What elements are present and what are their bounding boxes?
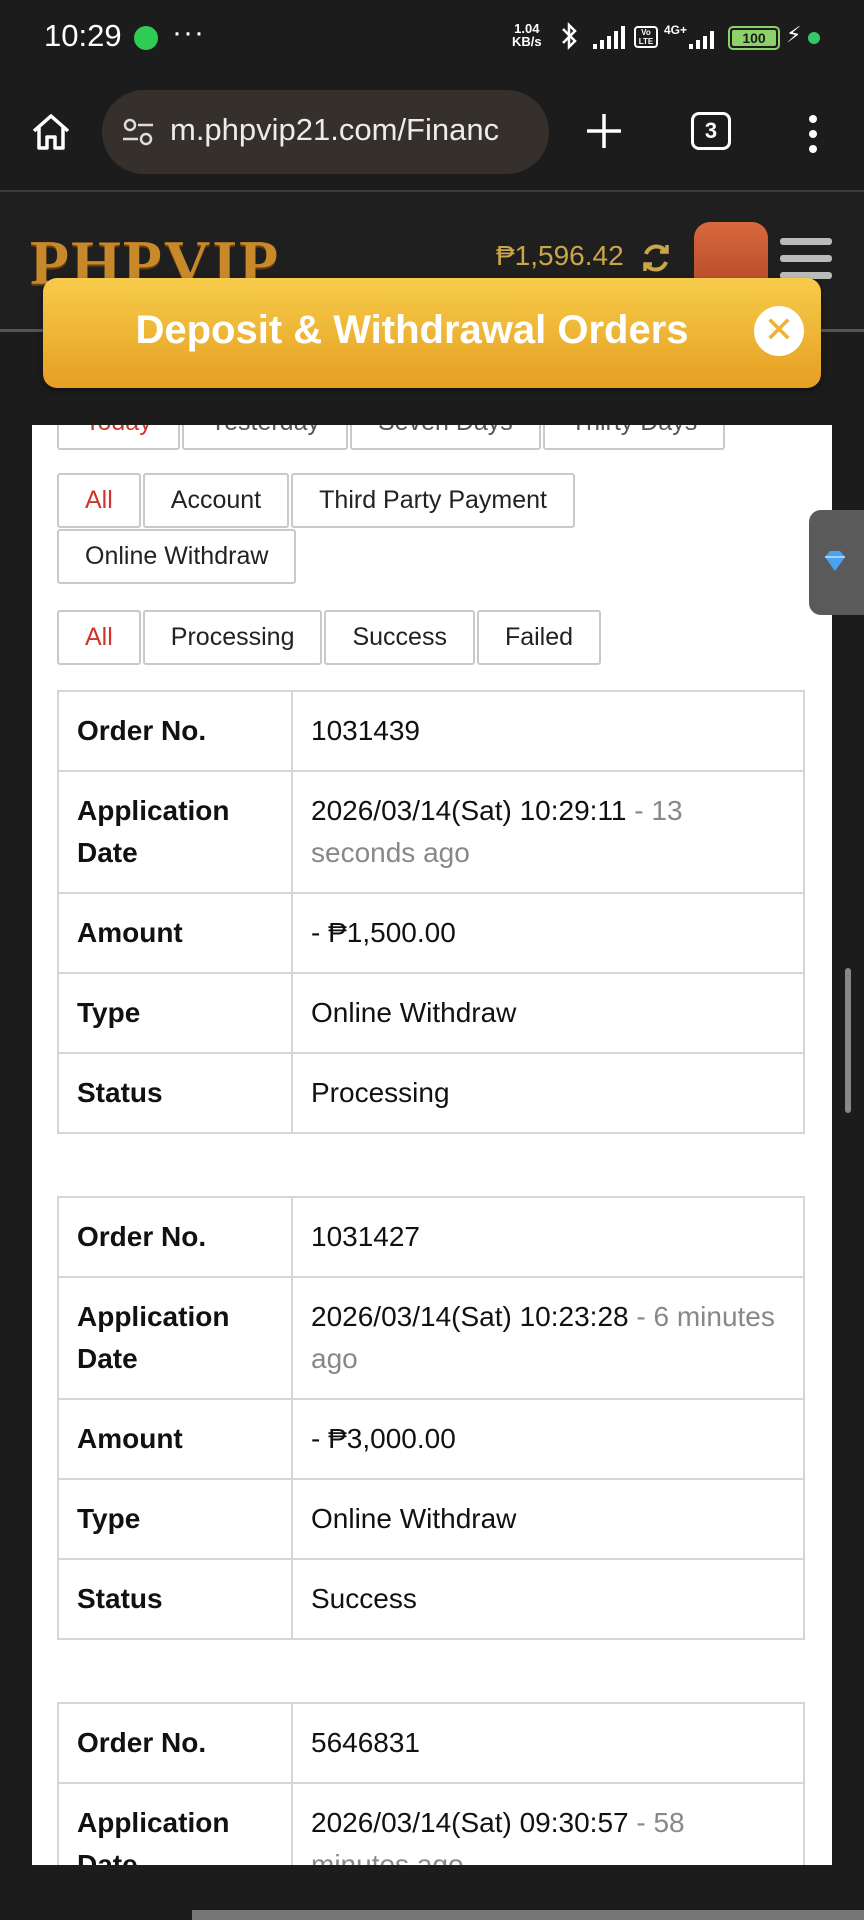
status-filter-success[interactable]: Success [324, 610, 475, 665]
site-settings-icon[interactable] [122, 117, 154, 147]
order-row: Application Date 2026/03/14(Sat) 10:29:1… [57, 770, 805, 894]
status-filter: All Processing Success Failed [57, 610, 603, 665]
address-bar[interactable]: m.phpvip21.com/Financ [102, 90, 549, 174]
more-notifications-icon: ··· [172, 16, 205, 49]
order-row: Order No. 1031439 [57, 690, 805, 772]
type-filter-all[interactable]: All [57, 473, 141, 528]
network-speed-unit: KB/s [512, 34, 542, 49]
amount-value: - ₱1,500.00 [291, 892, 805, 974]
amount-label: Amount [57, 892, 293, 974]
signal-icon [689, 31, 714, 49]
volte-icon: Vo LTE [634, 26, 658, 48]
charging-icon: ⚡ [786, 22, 802, 47]
application-date-cell: 2026/03/14(Sat) 10:23:28 - 6 minutes ago [291, 1276, 805, 1400]
filter-seven-days[interactable]: Seven Days [350, 425, 541, 450]
status-filter-all[interactable]: All [57, 610, 141, 665]
status-time: 10:29 [44, 18, 122, 53]
type-filter-third-party-payment[interactable]: Third Party Payment [291, 473, 575, 528]
order-card: Order No. 1031427 Application Date 2026/… [57, 1196, 805, 1640]
application-date-label: Application Date [57, 1276, 293, 1400]
new-tab-icon[interactable] [585, 112, 623, 150]
application-date-label: Application Date [57, 1782, 293, 1865]
order-row: Order No. 1031427 [57, 1196, 805, 1278]
type-filter-online-withdraw[interactable]: Online Withdraw [57, 529, 297, 584]
filter-today[interactable]: Today [57, 425, 180, 450]
status-value: Success [291, 1558, 805, 1640]
order-no-value: 1031427 [291, 1196, 805, 1278]
order-row: Application Date 2026/03/14(Sat) 10:23:2… [57, 1276, 805, 1400]
url-text[interactable]: m.phpvip21.com/Financ [170, 112, 540, 148]
hamburger-menu-icon[interactable] [776, 234, 836, 284]
order-row: Status Processing [57, 1052, 805, 1134]
application-date-value: 2026/03/14(Sat) 10:29:11 [311, 795, 627, 826]
order-card: Order No. 1031439 Application Date 2026/… [57, 690, 805, 1134]
modal-title: Deposit & Withdrawal Orders [135, 308, 689, 352]
horizontal-scrollbar[interactable] [192, 1910, 864, 1920]
amount-label: Amount [57, 1398, 293, 1480]
order-no-label: Order No. [57, 690, 293, 772]
application-date-value: 2026/03/14(Sat) 10:23:28 [311, 1301, 629, 1332]
type-value: Online Withdraw [291, 972, 805, 1054]
status-label: Status [57, 1052, 293, 1134]
status-bar: 10:29 ··· 1.04 KB/s Vo LTE 4G+ 100 ⚡ [0, 0, 864, 78]
type-filter-account[interactable]: Account [142, 473, 290, 528]
filter-thirty-days[interactable]: Thirty Days [542, 425, 726, 450]
filter-yesterday[interactable]: Yesterday [181, 425, 348, 450]
close-button[interactable]: ✕ [754, 306, 804, 356]
orders-modal-body: Today Yesterday Seven Days Thirty Days A… [32, 425, 832, 1865]
signal-icon [593, 26, 625, 49]
home-icon[interactable] [30, 111, 72, 153]
status-filter-failed[interactable]: Failed [476, 610, 602, 665]
more-menu-icon[interactable] [806, 114, 820, 154]
whatsapp-icon [134, 26, 158, 50]
refresh-icon[interactable] [640, 242, 672, 274]
privacy-indicator-icon [808, 32, 820, 44]
order-no-value: 1031439 [291, 690, 805, 772]
order-row: Status Success [57, 1558, 805, 1640]
order-row: Application Date 2026/03/14(Sat) 09:30:5… [57, 1782, 805, 1865]
type-label: Type [57, 972, 293, 1054]
application-date-cell: 2026/03/14(Sat) 10:29:11 - 13 seconds ag… [291, 770, 805, 894]
order-no-label: Order No. [57, 1196, 293, 1278]
order-card: Order No. 5646831 Application Date 2026/… [57, 1702, 805, 1865]
date-filter: Today Yesterday Seven Days Thirty Days [57, 425, 727, 450]
amount-value: - ₱3,000.00 [291, 1398, 805, 1480]
type-filter-row-2: Online Withdraw [57, 529, 298, 584]
wallet-balance: ₱1,596.42 [496, 240, 624, 271]
battery-icon: 100 [728, 26, 780, 50]
network-type: 4G+ [664, 23, 688, 37]
status-filter-processing[interactable]: Processing [142, 610, 323, 665]
application-date-value: 2026/03/14(Sat) 09:30:57 [311, 1807, 629, 1838]
type-value: Online Withdraw [291, 1478, 805, 1560]
browser-toolbar: m.phpvip21.com/Financ 3 [0, 78, 864, 192]
order-row: Amount - ₱3,000.00 [57, 1398, 805, 1480]
vertical-scrollbar[interactable] [845, 968, 851, 1113]
diamond-icon [825, 551, 845, 571]
application-date-cell: 2026/03/14(Sat) 09:30:57 - 58 minutes ag… [291, 1782, 805, 1865]
application-date-label: Application Date [57, 770, 293, 894]
floating-vip-widget[interactable] [809, 510, 864, 615]
tab-switcher-button[interactable]: 3 [691, 112, 731, 150]
order-row: Type Online Withdraw [57, 1478, 805, 1560]
battery-level: 100 [732, 30, 776, 46]
order-row: Order No. 5646831 [57, 1702, 805, 1784]
bluetooth-icon [562, 21, 577, 51]
status-label: Status [57, 1558, 293, 1640]
type-filter: All Account Third Party Payment [57, 473, 577, 528]
modal-header: Deposit & Withdrawal Orders ✕ [43, 278, 821, 388]
order-row: Type Online Withdraw [57, 972, 805, 1054]
order-no-label: Order No. [57, 1702, 293, 1784]
order-no-value: 5646831 [291, 1702, 805, 1784]
order-row: Amount - ₱1,500.00 [57, 892, 805, 974]
status-value: Processing [291, 1052, 805, 1134]
network-speed: 1.04 KB/s [512, 22, 542, 48]
type-label: Type [57, 1478, 293, 1560]
